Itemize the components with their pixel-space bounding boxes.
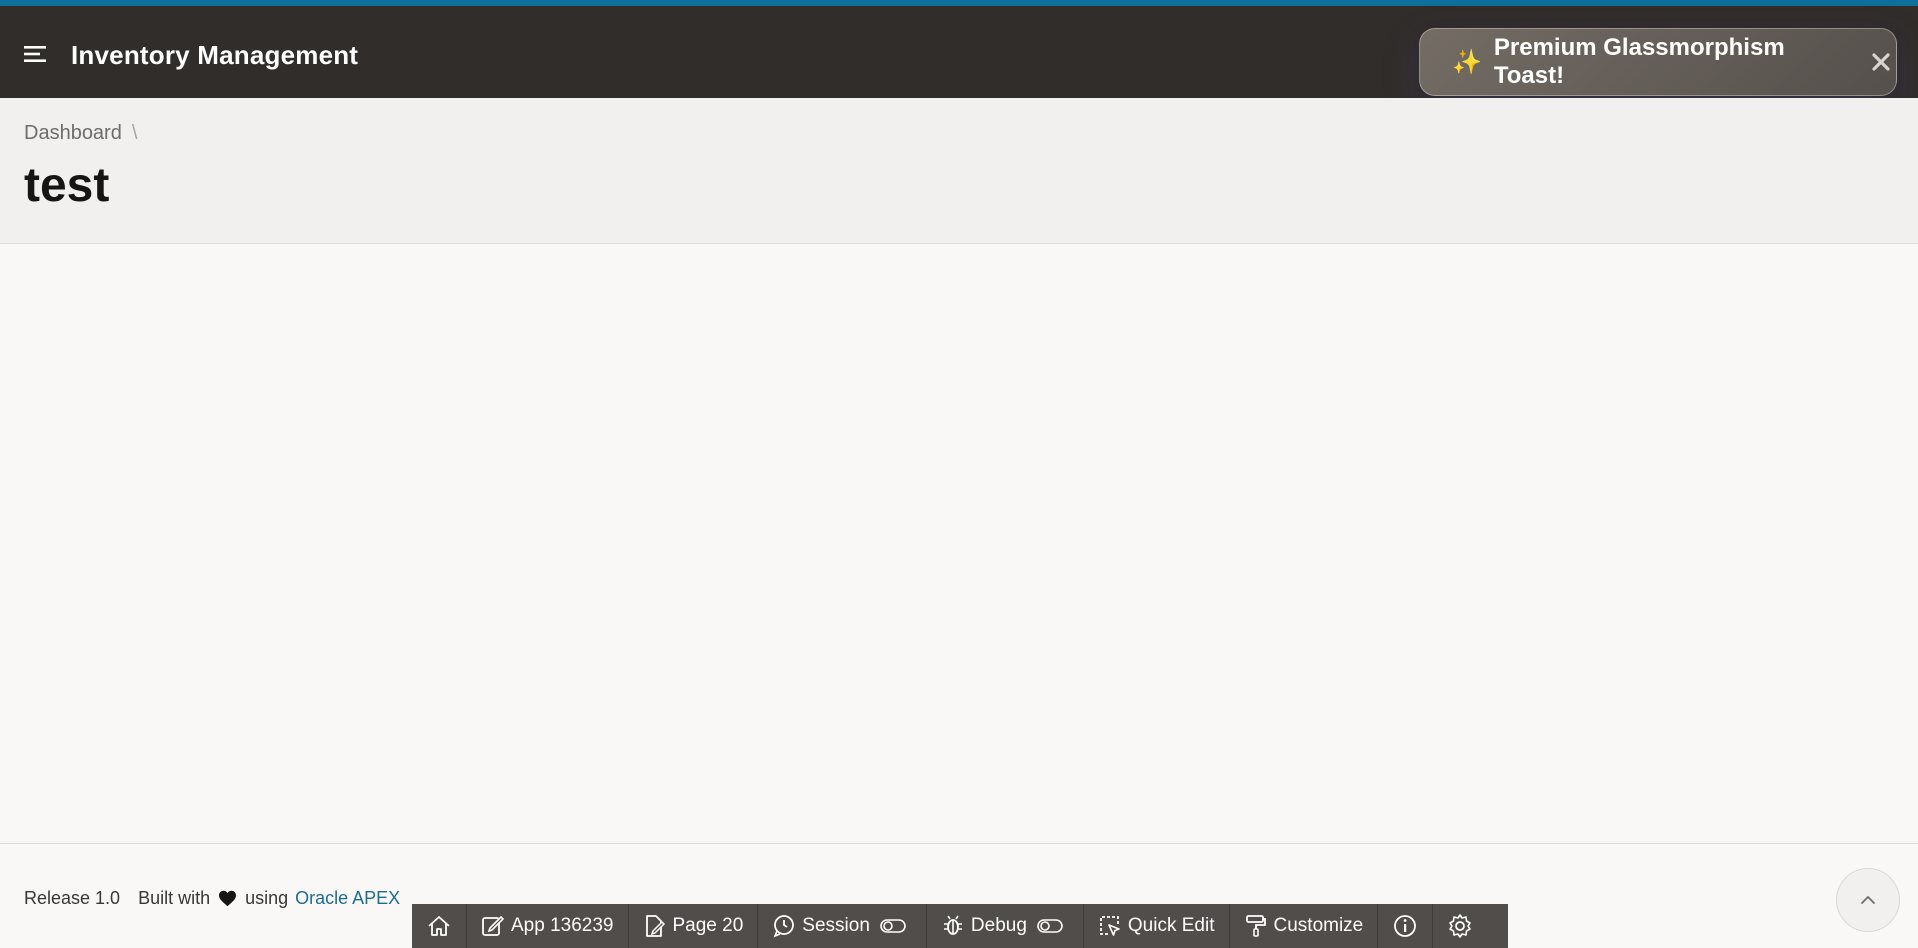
release-version: Release 1.0 (24, 888, 121, 908)
breadcrumb: Dashboard \ (24, 122, 137, 145)
page-title: test (24, 159, 110, 212)
heart-icon (218, 890, 237, 907)
developer-toolbar: App 136239 Page 20 Session Debug Quick E… (412, 904, 1508, 948)
devbar-app-label: App 136239 (511, 915, 614, 936)
page-hero: Dashboard \ test (0, 98, 1918, 244)
devbar-home-button[interactable] (412, 904, 467, 948)
session-toggle-icon (880, 919, 906, 933)
info-icon (1394, 915, 1417, 937)
devbar-session-label: Session (802, 915, 870, 936)
devbar-app-button[interactable]: App 136239 (467, 904, 629, 948)
gear-icon (1449, 914, 1472, 938)
devbar-settings-button[interactable] (1433, 904, 1487, 948)
hamburger-icon (24, 46, 46, 62)
quick-edit-icon (1100, 916, 1120, 936)
devbar-customize-label: Customize (1273, 915, 1364, 936)
using-text: using (245, 888, 289, 908)
devbar-customize-button[interactable]: Customize (1230, 904, 1379, 948)
session-icon (773, 915, 795, 938)
bug-icon (943, 915, 962, 935)
devbar-quick-edit-label: Quick Edit (1127, 915, 1215, 936)
edit-app-icon (482, 915, 505, 936)
app-title[interactable]: Inventory Management (71, 40, 358, 71)
breadcrumb-item-dashboard[interactable]: Dashboard (24, 122, 122, 145)
devbar-quick-edit-button[interactable]: Quick Edit (1084, 904, 1230, 948)
built-with-text: Built with (138, 888, 211, 908)
debug-toggle-icon (1037, 919, 1063, 933)
close-icon (1872, 53, 1890, 71)
devbar-page-label: Page 20 (672, 915, 744, 936)
footer: Release 1.0 Built with using Oracle APEX (24, 888, 400, 909)
footer-divider (0, 843, 1918, 844)
devbar-session-button[interactable]: Session (758, 904, 927, 948)
chevron-up-icon (1861, 895, 1875, 904)
navigation-menu-button[interactable] (18, 36, 54, 72)
toast-message: Premium Glassmorphism Toast! (1493, 34, 1785, 89)
devbar-info-button[interactable] (1378, 904, 1434, 948)
scroll-to-top-button[interactable] (1836, 868, 1900, 932)
breadcrumb-separator: \ (131, 122, 138, 144)
toast-close-button[interactable] (1866, 47, 1896, 77)
glassmorphism-toast: ✨ Premium Glassmorphism Toast! (1419, 28, 1897, 96)
oracle-apex-link[interactable]: Oracle APEX (295, 888, 400, 909)
paint-roller-icon (1245, 915, 1266, 937)
sparkles-icon: ✨ (1452, 48, 1482, 76)
edit-page-icon (645, 915, 665, 937)
home-icon (428, 916, 450, 936)
devbar-page-button[interactable]: Page 20 (629, 904, 759, 948)
devbar-debug-button[interactable]: Debug (927, 904, 1084, 948)
devbar-debug-label: Debug (970, 915, 1027, 936)
